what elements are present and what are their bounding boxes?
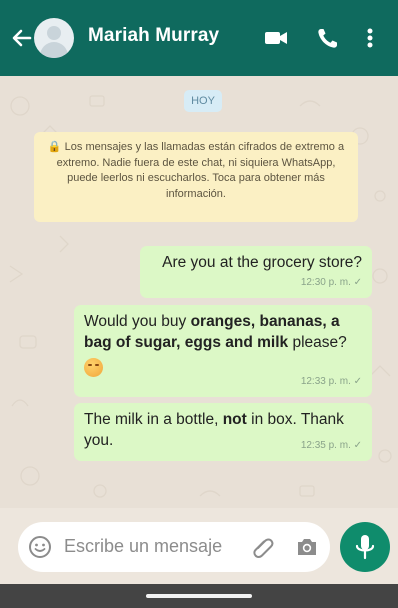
message-bubble-outgoing[interactable]: Are you at the grocery store? 12:30 p. m… [140,246,372,298]
phone-icon[interactable] [314,24,342,52]
message-text: Are you at the grocery store? [162,254,362,271]
date-chip: HOY [184,90,222,112]
camera-icon[interactable] [294,534,320,565]
mic-icon [355,535,375,560]
message-placeholder: Escribe un mensaje [64,536,223,556]
more-options-icon[interactable] [360,24,388,52]
contact-name[interactable]: Mariah Murray [88,25,219,47]
chat-header: Mariah Murray [0,0,398,76]
home-gesture-bar[interactable] [146,594,252,598]
message-bubble-outgoing[interactable]: Would you buy oranges, bananas, a bag of… [74,305,372,397]
video-call-icon[interactable] [262,24,290,52]
emoji-icon[interactable] [28,535,52,564]
chat-area[interactable]: HOY 🔒 Los mensajes y las llamadas están … [0,76,398,508]
avatar[interactable] [34,18,74,58]
attach-icon[interactable] [250,534,276,565]
back-arrow-icon[interactable] [10,24,34,52]
message-composer: Escribe un mensaje [0,508,398,584]
message-text: Would you buy oranges, bananas, a bag of… [84,313,347,351]
message-time: 12:30 p. m. ✓ [300,277,362,288]
encryption-notice[interactable]: 🔒 Los mensajes y las llamadas están cifr… [34,132,358,222]
system-nav-bar [0,584,398,608]
message-bubble-outgoing[interactable]: The milk in a bottle, not in box. Thank … [74,403,372,461]
message-time: 12:33 p. m. ✓ [300,376,362,387]
message-input[interactable]: Escribe un mensaje [18,522,330,572]
message-time: 12:35 p. m. ✓ [300,440,362,451]
mic-button[interactable] [340,522,390,572]
